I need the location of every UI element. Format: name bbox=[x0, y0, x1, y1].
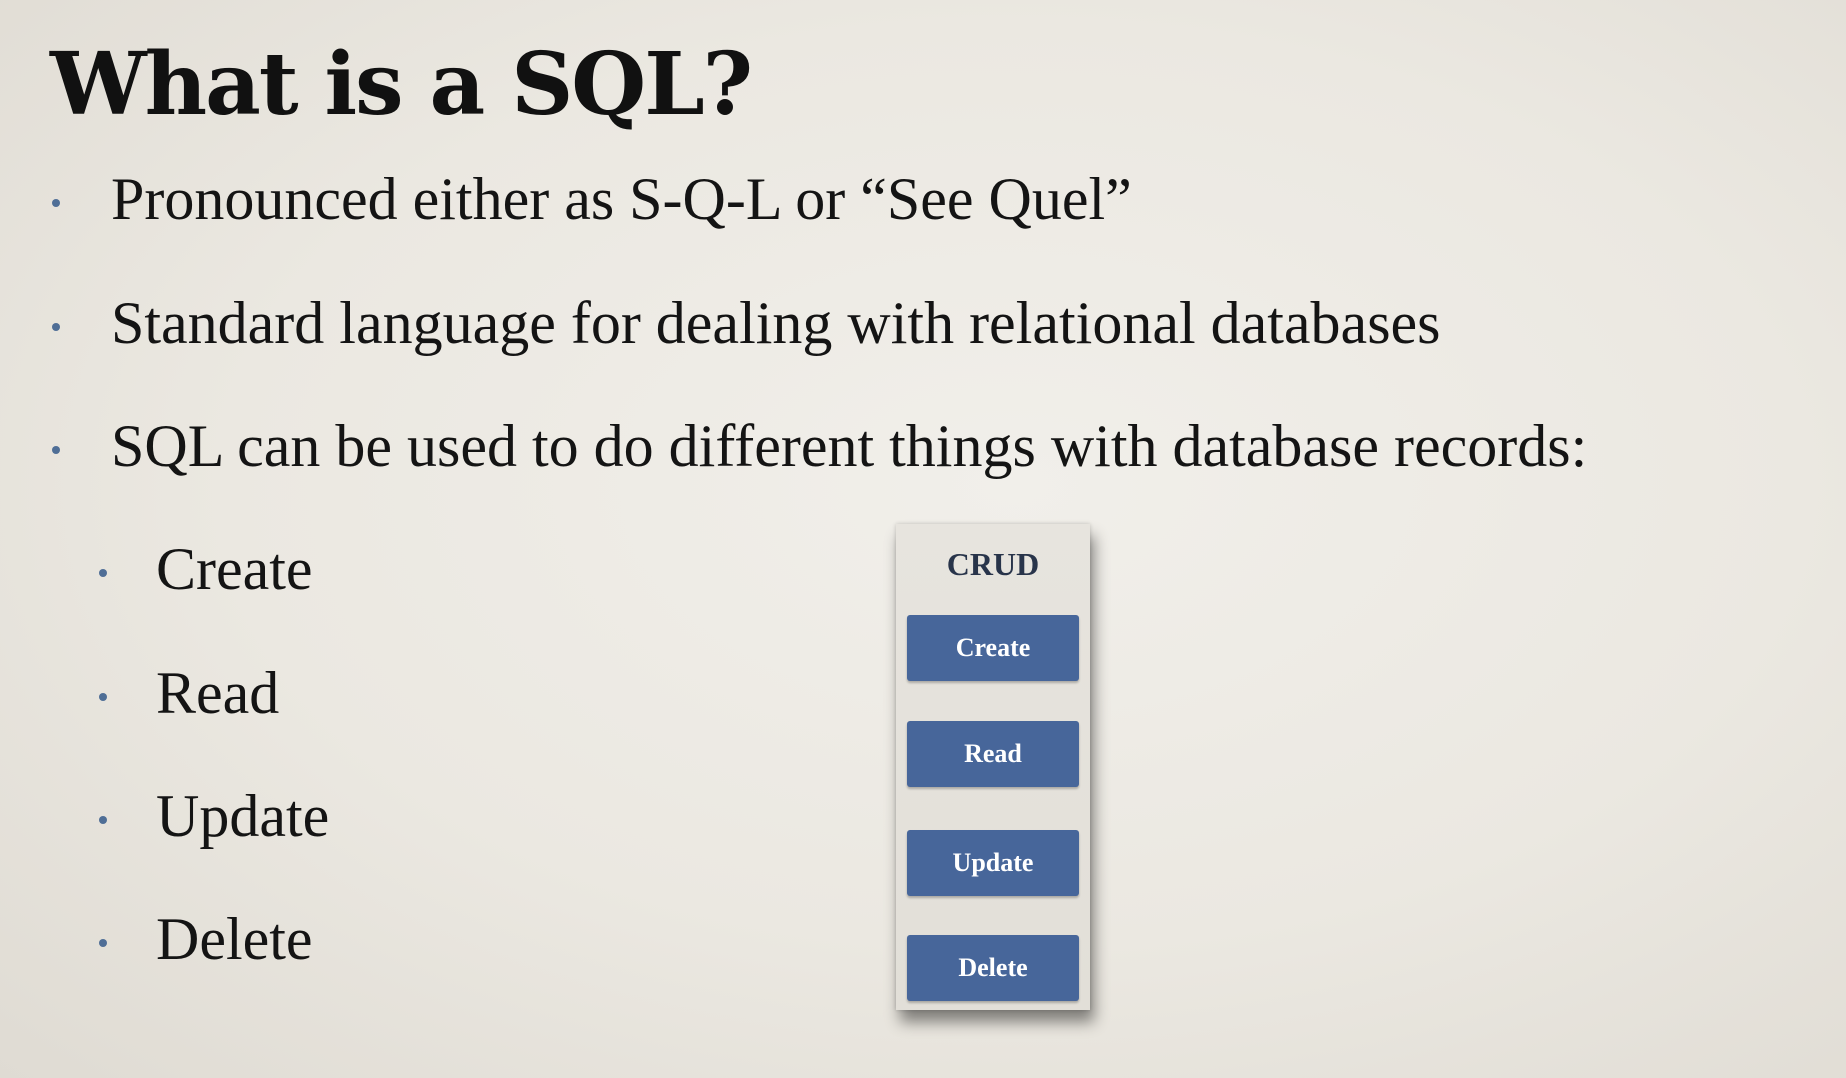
slide-title: What is a SQL? bbox=[50, 34, 753, 135]
sub-bullet-text: Read bbox=[156, 660, 280, 726]
sub-bullet-text: Delete bbox=[156, 906, 313, 972]
bullet-dot-icon bbox=[99, 693, 107, 701]
read-button[interactable]: Read bbox=[907, 721, 1079, 787]
bullet-dot-icon bbox=[99, 939, 107, 947]
delete-button[interactable]: Delete bbox=[907, 935, 1079, 1001]
update-button[interactable]: Update bbox=[907, 830, 1079, 896]
bullet-dot-icon bbox=[52, 199, 60, 207]
bullet-dot-icon bbox=[99, 816, 107, 824]
crud-panel: CRUD Create Read Update Delete bbox=[896, 524, 1090, 1010]
sub-bullet-text: Create bbox=[156, 536, 313, 602]
sub-bullet-text: Update bbox=[156, 783, 330, 849]
bullet-dot-icon bbox=[52, 446, 60, 454]
bullet-text: Pronounced either as S-Q-L or “See Quel” bbox=[111, 166, 1132, 232]
create-button[interactable]: Create bbox=[907, 615, 1079, 681]
crud-panel-title: CRUD bbox=[946, 546, 1040, 582]
slide: What is a SQL? Pronounced either as S-Q-… bbox=[0, 0, 1846, 1078]
bullet-text: Standard language for dealing with relat… bbox=[111, 290, 1441, 356]
bullet-dot-icon bbox=[99, 569, 107, 577]
bullet-dot-icon bbox=[52, 323, 60, 331]
bullet-text: SQL can be used to do different things w… bbox=[111, 413, 1588, 479]
